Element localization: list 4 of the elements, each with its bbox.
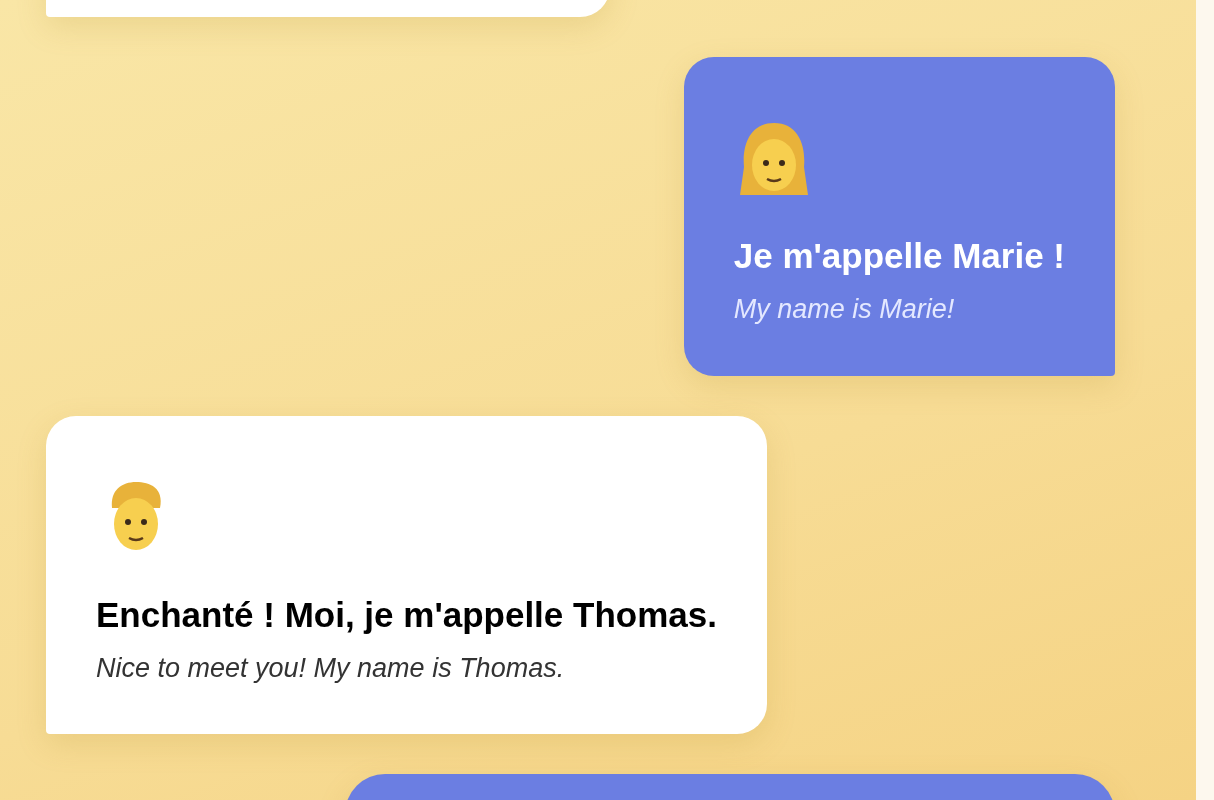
message-text: Je m'appelle Marie ! xyxy=(733,235,1065,277)
message-translation: Nice to meet you! My name is Thomas. xyxy=(96,651,566,685)
message-translation: My name is Marie! xyxy=(733,293,956,326)
message-text: Enchanté ! Moi, je m'appelle Thomas. xyxy=(96,593,717,636)
